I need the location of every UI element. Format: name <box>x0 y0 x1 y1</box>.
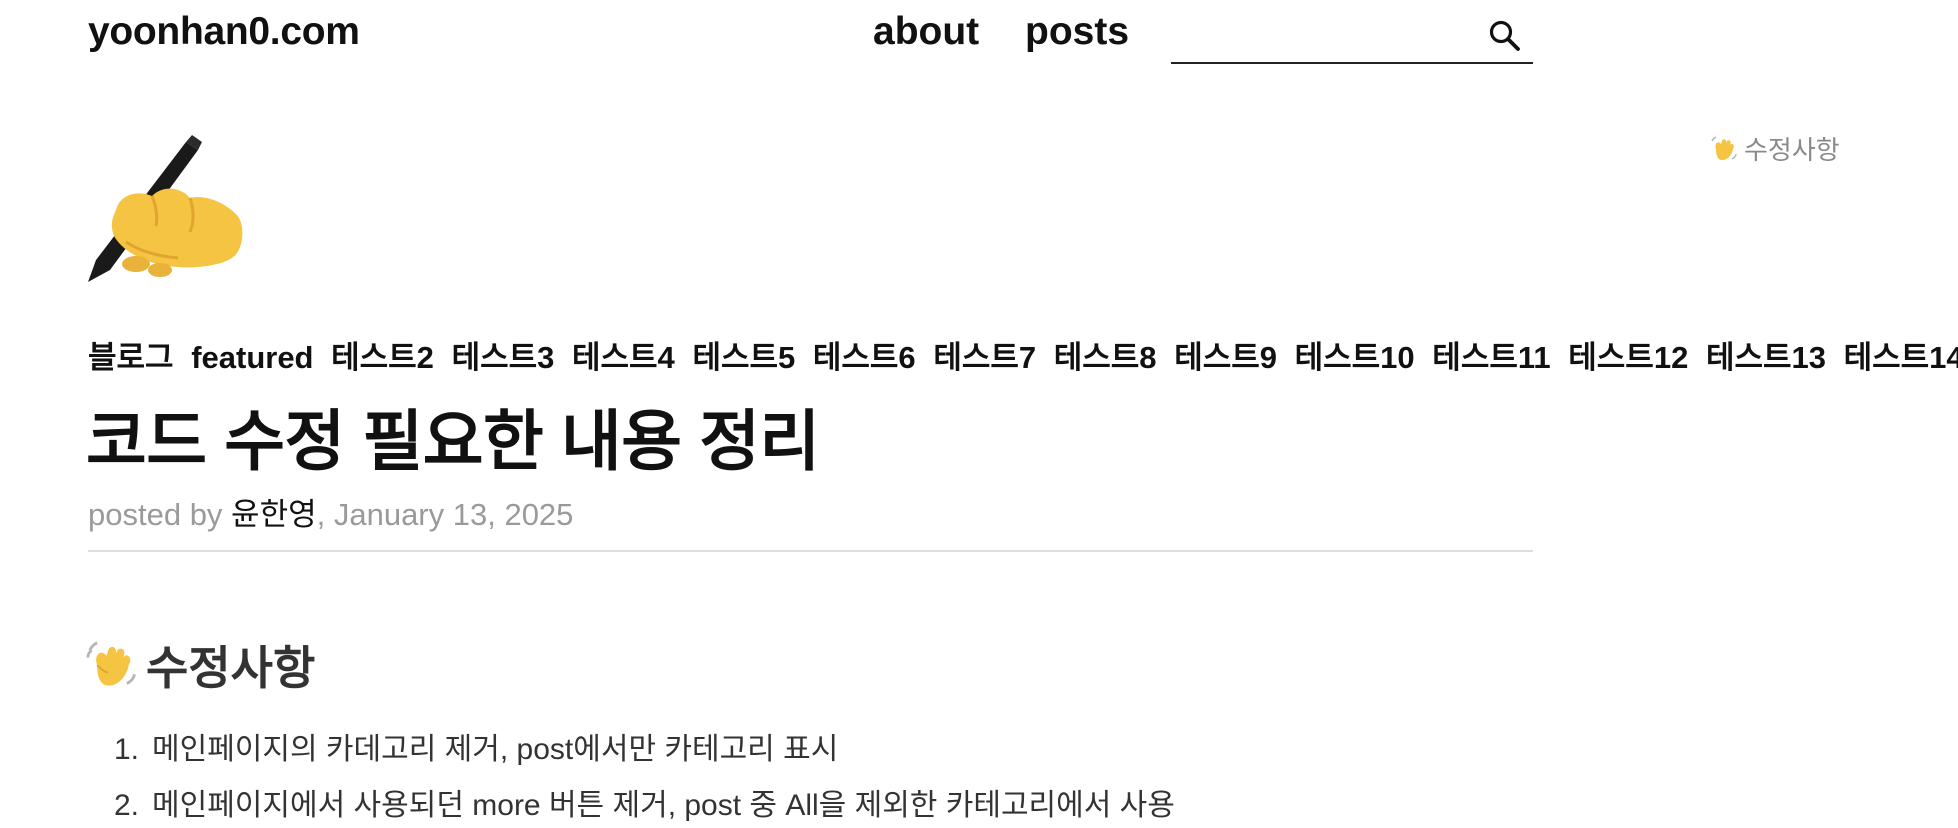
category-test8[interactable]: 테스트8 <box>1054 340 1157 375</box>
list-item: 1. 메인페이지의 카데고리 제거, post에서만 카테고리 표시 <box>114 728 1175 784</box>
list-item-number: 2. <box>114 789 140 822</box>
category-test10[interactable]: 테스트10 <box>1295 340 1415 375</box>
category-test13[interactable]: 테스트13 <box>1706 340 1826 375</box>
category-test9[interactable]: 테스트9 <box>1174 340 1277 375</box>
category-test6[interactable]: 테스트6 <box>813 340 916 375</box>
list-item-text: 메인페이지의 카데고리 제거, post에서만 카테고리 표시 <box>152 733 839 766</box>
category-test14[interactable]: 테스트14 <box>1844 340 1958 375</box>
writing-hand-icon <box>88 135 243 282</box>
search-input[interactable] <box>1171 6 1471 62</box>
nav-about-link[interactable]: about <box>873 10 979 54</box>
author-link[interactable]: 윤한영 <box>231 497 317 532</box>
category-blog[interactable]: 블로그 <box>88 340 174 375</box>
section-heading: 수정사항 <box>86 632 315 698</box>
category-test5[interactable]: 테스트5 <box>692 340 795 375</box>
meta-separator: , <box>316 497 334 532</box>
page: yoonhan0.com about posts 수정사항 블로그 featur… <box>0 0 1958 828</box>
section-heading-text: 수정사항 <box>146 642 316 694</box>
post-meta: posted by 윤한영, January 13, 2025 <box>88 489 573 534</box>
header-divider <box>88 550 1533 552</box>
category-test2[interactable]: 테스트2 <box>331 340 434 375</box>
waving-hand-icon <box>86 641 136 686</box>
category-featured[interactable]: featured <box>191 340 313 375</box>
site-title-link[interactable]: yoonhan0.com <box>88 10 360 54</box>
list-item-number: 1. <box>114 733 140 766</box>
toc-link-label: 수정사항 <box>1744 135 1840 165</box>
category-list: 블로그 featured 테스트2 테스트3 테스트4 테스트5 테스트6 테스… <box>88 332 1958 377</box>
category-test3[interactable]: 테스트3 <box>452 340 555 375</box>
category-test11[interactable]: 테스트11 <box>1432 340 1550 375</box>
post-title: 코드 수정 필요한 내용 정리 <box>86 404 820 478</box>
category-test7[interactable]: 테스트7 <box>933 340 1036 375</box>
waving-hand-icon <box>1711 135 1737 160</box>
list-item-text: 메인페이지에서 사용되던 more 버튼 제거, post 중 All을 제외한… <box>152 789 1175 822</box>
toc-link-modifications[interactable]: 수정사항 <box>1710 130 1840 167</box>
post-date: January 13, 2025 <box>333 497 574 532</box>
category-test4[interactable]: 테스트4 <box>572 340 675 375</box>
nav-posts-link[interactable]: posts <box>1025 10 1129 54</box>
search-icon[interactable] <box>1487 18 1523 54</box>
search-box <box>1171 6 1533 64</box>
list-item: 2. 메인페이지에서 사용되던 more 버튼 제거, post 중 All을 제… <box>114 784 1175 828</box>
changes-list: 1. 메인페이지의 카데고리 제거, post에서만 카테고리 표시 2. 메인페이… <box>114 728 1175 828</box>
meta-prefix: posted by <box>88 497 232 532</box>
category-test12[interactable]: 테스트12 <box>1568 340 1688 375</box>
